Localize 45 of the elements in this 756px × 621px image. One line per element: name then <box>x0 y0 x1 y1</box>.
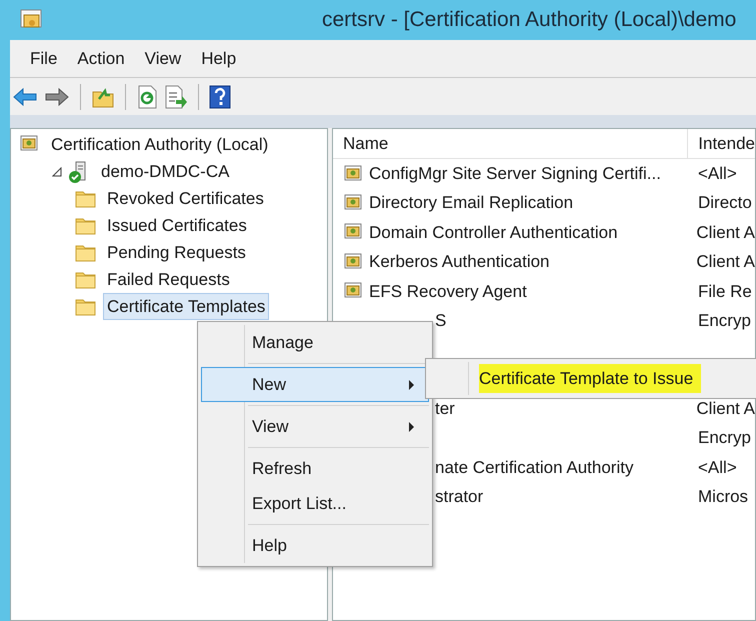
table-cell-text: Client A <box>695 251 755 274</box>
list-item-name[interactable]: ConfigMgr Site Server Signing Certifi... <box>369 160 661 186</box>
menu-item[interactable]: View <box>134 44 192 74</box>
menu-item[interactable]: Refresh <box>201 451 429 486</box>
tree-item[interactable]: Certification Authority (Local) <box>47 130 272 158</box>
list-item-name[interactable]: strator <box>435 484 484 510</box>
export-list-icon[interactable] <box>164 84 188 108</box>
table-cell-text: Micros <box>697 486 748 508</box>
list-item-name[interactable]: nate Certification Authority <box>435 454 634 480</box>
menu-item[interactable]: Help <box>191 44 246 74</box>
table-cell-text: File Re <box>697 280 752 302</box>
list-item-name[interactable]: Domain Controller Authentication <box>369 220 618 246</box>
table-cell-text: <All> <box>697 456 737 479</box>
menu-item[interactable]: View <box>201 409 429 444</box>
tree-item[interactable]: Revoked Certificates <box>103 184 268 212</box>
tree-item[interactable]: Failed Requests <box>103 266 234 294</box>
tree-item[interactable]: Issued Certificates <box>103 212 251 240</box>
list-item-name[interactable]: Kerberos Authentication <box>369 249 550 275</box>
table-cell-text: Directo <box>697 192 752 214</box>
menu-item[interactable]: New <box>201 367 429 402</box>
list-item-name[interactable]: S <box>435 308 446 334</box>
table-cell-text: Client A <box>695 398 755 420</box>
column-header[interactable]: Intende <box>688 129 755 158</box>
menu-item[interactable]: Certificate Template to Issue <box>479 364 702 394</box>
tree-item[interactable]: Pending Requests <box>103 238 250 266</box>
back-arrow-icon[interactable] <box>12 86 38 106</box>
column-header[interactable]: Name <box>333 129 688 158</box>
window-title: certsrv - [Certification Authority (Local)\demo <box>321 7 738 34</box>
table-cell-text: Client A <box>695 222 755 244</box>
menu-item[interactable]: Manage <box>201 325 429 360</box>
menu-item[interactable]: Action <box>67 44 135 74</box>
table-cell-text: <All> <box>697 162 737 185</box>
list-item-name[interactable]: ter <box>435 396 455 422</box>
menu-item[interactable]: Export List... <box>201 486 429 521</box>
help-icon[interactable] <box>209 84 231 108</box>
list-item-name[interactable]: Directory Email Replication <box>369 190 574 216</box>
tree-item[interactable]: demo-DMDC-CA <box>97 158 234 186</box>
table-cell-text: Encryp <box>697 310 751 332</box>
list-item-name[interactable]: EFS Recovery Agent <box>369 278 527 304</box>
tree-item[interactable]: Certificate Templates <box>103 292 270 320</box>
refresh-icon[interactable] <box>136 84 158 108</box>
menu-item[interactable]: Help <box>201 528 429 563</box>
menu-item[interactable]: File <box>20 44 68 74</box>
table-cell-text: Encryp <box>697 427 751 450</box>
expanded-icon[interactable] <box>52 166 62 176</box>
